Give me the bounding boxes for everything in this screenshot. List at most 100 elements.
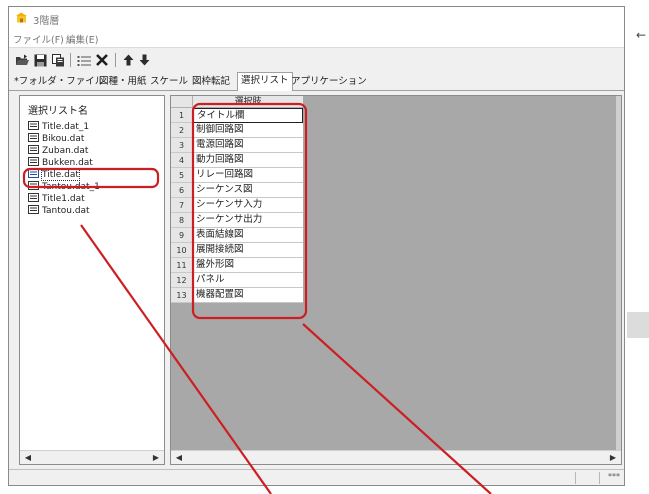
row-number: 3 [171, 138, 193, 153]
tab-drawing-paper[interactable]: 図種・用紙 [99, 74, 147, 90]
grid-cell[interactable]: タイトル欄 [193, 108, 303, 123]
scroll-left-icon[interactable]: ◀ [173, 452, 185, 463]
grid-cell[interactable]: 盤外形図 [193, 258, 303, 273]
list-item[interactable]: Zuban.dat [28, 145, 88, 157]
grid-cell[interactable]: シーケンサ出力 [193, 213, 303, 228]
table-row[interactable]: 7 シーケンサ入力 [171, 198, 303, 213]
choices-grid-panel: 選択肢 1 タイトル欄 2 制御回路図 3 電源回路図 4 動力回路図 5 リレー回路図 … [170, 95, 622, 465]
grid-cell[interactable]: 動力回路図 [193, 153, 303, 168]
copy-icon [51, 53, 64, 66]
list-item[interactable]: Bikou.dat [28, 133, 84, 145]
file-icon [28, 121, 39, 130]
list-button[interactable] [75, 51, 93, 69]
table-row[interactable]: 10 展開接続図 [171, 243, 303, 258]
menu-edit[interactable]: 編集(E) [66, 32, 98, 46]
table-row[interactable]: 5 リレー回路図 [171, 168, 303, 183]
grid-cell[interactable]: 電源回路図 [193, 138, 303, 153]
grid-cell[interactable]: 制御回路図 [193, 123, 303, 138]
tab-bar: *フォルダ・ファイル 図種・用紙 スケール 図枠転記 選択リスト アプリケーショ… [9, 72, 624, 91]
file-icon [28, 169, 39, 178]
save-button[interactable] [31, 51, 49, 69]
list-item[interactable]: Tantou.dat_1 [28, 181, 100, 193]
back-arrow-icon[interactable]: ← [636, 28, 646, 42]
table-row[interactable]: 9 表面結線図 [171, 228, 303, 243]
toolbar-separator [115, 53, 116, 67]
list-item-label: Title.dat_1 [42, 122, 90, 132]
scroll-left-icon[interactable]: ◀ [22, 452, 34, 463]
move-down-button[interactable] [135, 51, 153, 69]
grid-cell[interactable]: シーケンサ入力 [193, 198, 303, 213]
title-bar: 3階層 [9, 7, 624, 29]
table-row[interactable]: 6 シーケンス図 [171, 183, 303, 198]
toolbar [9, 47, 624, 72]
delete-button[interactable] [93, 51, 111, 69]
grid-cell[interactable]: 機器配置図 [193, 288, 303, 303]
list-item-label: Bikou.dat [42, 134, 85, 144]
grid-cell[interactable]: 表面結線図 [193, 228, 303, 243]
tab-application[interactable]: アプリケーション [291, 74, 367, 90]
scroll-right-icon[interactable]: ▶ [607, 452, 619, 463]
grid-cell[interactable]: パネル [193, 273, 303, 288]
tab-scale[interactable]: スケール [150, 74, 188, 90]
outer-window-edge: ← [625, 6, 649, 486]
list-item-label: Zuban.dat [42, 146, 89, 156]
row-number: 1 [171, 108, 193, 123]
list-item[interactable]: Title1.dat [28, 193, 85, 205]
list-item-label: Bukken.dat [42, 158, 93, 168]
table-row[interactable]: 12 パネル [171, 273, 303, 288]
row-number: 8 [171, 213, 193, 228]
grid-corner [171, 96, 193, 108]
list-item-label: Tantou.dat_1 [42, 182, 100, 192]
grid-horizontal-scrollbar[interactable]: ◀ ▶ [171, 450, 621, 464]
tab-selection-list[interactable]: 選択リスト [237, 72, 293, 91]
list-item[interactable]: Title.dat_1 [28, 121, 89, 133]
tab-frame-transfer[interactable]: 図枠転記 [192, 74, 230, 90]
status-divider [575, 472, 576, 484]
table-row[interactable]: 3 電源回路図 [171, 138, 303, 153]
open-button[interactable] [13, 51, 31, 69]
open-folder-icon [15, 54, 29, 65]
file-icon [28, 205, 39, 214]
app-icon [16, 12, 27, 23]
copy-button[interactable] [49, 51, 67, 69]
grid-cell[interactable]: シーケンス図 [193, 183, 303, 198]
file-icon [28, 133, 39, 142]
file-icon [28, 157, 39, 166]
grid-vertical-scrollbar[interactable] [616, 96, 621, 464]
row-number: 12 [171, 273, 193, 288]
scroll-right-icon[interactable]: ▶ [150, 452, 162, 463]
list-item-label: Title1.dat [42, 194, 85, 204]
table-row[interactable]: 4 動力回路図 [171, 153, 303, 168]
status-bar: *** [9, 469, 624, 485]
menu-file[interactable]: ファイル(F) [13, 32, 64, 46]
table-row[interactable]: 13 機器配置図 [171, 288, 303, 303]
table-row[interactable]: 2 制御回路図 [171, 123, 303, 138]
table-row[interactable]: 8 シーケンサ出力 [171, 213, 303, 228]
table-row[interactable]: 11 盤外形図 [171, 258, 303, 273]
row-number: 4 [171, 153, 193, 168]
tab-folder-file[interactable]: *フォルダ・ファイル [14, 74, 104, 90]
move-up-icon [123, 54, 133, 66]
toolbar-separator [70, 53, 71, 67]
save-icon [34, 54, 46, 66]
outer-scrollbar-thumb[interactable] [627, 312, 649, 338]
list-icon [77, 55, 91, 66]
row-number: 13 [171, 288, 193, 303]
grid-cell[interactable]: リレー回路図 [193, 168, 303, 183]
left-horizontal-scrollbar[interactable]: ◀ ▶ [20, 450, 164, 464]
file-icon [28, 193, 39, 202]
status-divider [599, 472, 600, 484]
grid-cell[interactable]: 展開接続図 [193, 243, 303, 258]
file-icon [28, 145, 39, 154]
list-item-selected[interactable]: Title.dat [28, 169, 80, 181]
row-number: 11 [171, 258, 193, 273]
list-item[interactable]: Bukken.dat [28, 157, 93, 169]
row-number: 5 [171, 168, 193, 183]
column-header: 選択肢 [193, 96, 303, 108]
row-number: 6 [171, 183, 193, 198]
row-number: 2 [171, 123, 193, 138]
list-item[interactable]: Tantou.dat [28, 205, 90, 217]
selection-list-panel: 選択リスト名 Title.dat_1 Bikou.dat Zuban.dat B… [19, 95, 165, 465]
table-row[interactable]: 1 タイトル欄 [171, 108, 303, 123]
delete-icon [96, 54, 108, 66]
